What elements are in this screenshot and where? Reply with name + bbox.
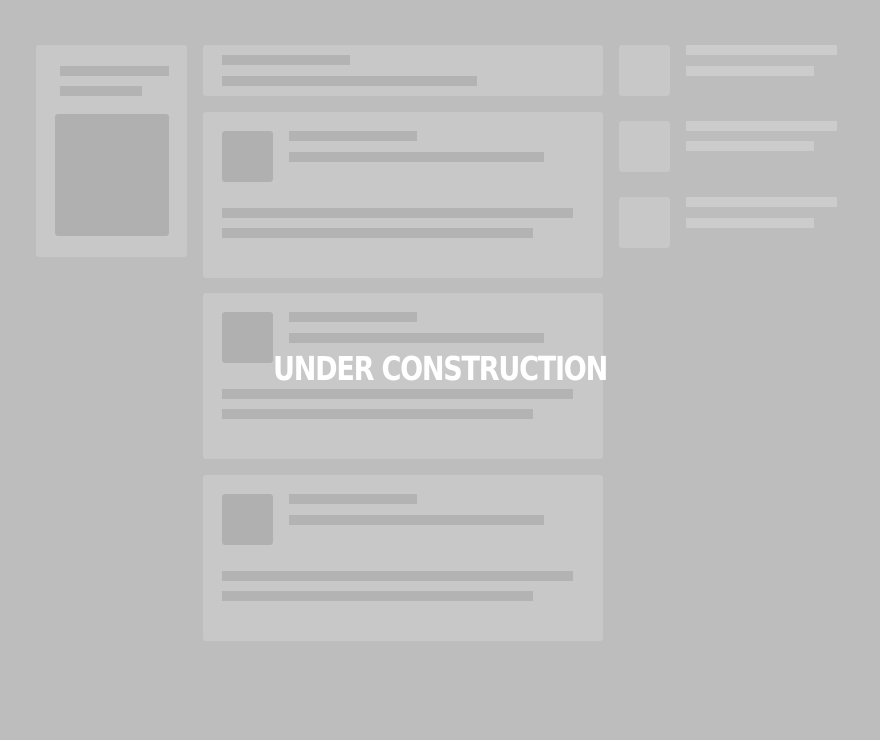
suggestion-thumbnail-placeholder [619,197,670,248]
post-avatar-placeholder [222,131,273,182]
post-meta-placeholder [289,515,544,525]
post-body-line-placeholder [222,571,573,581]
post-body-line-placeholder [222,208,573,218]
profile-image-placeholder [55,114,169,236]
composer-text-placeholder [222,76,477,86]
post-body-line-placeholder [222,591,533,601]
suggestion-thumbnail-placeholder [619,45,670,96]
under-construction-message: UNDER CONSTRUCTION [273,349,608,388]
post-body-line-placeholder [222,409,533,419]
profile-name-placeholder [60,66,169,76]
suggestion-subtitle-placeholder [686,218,814,228]
post-avatar-placeholder [222,494,273,545]
feed-post-skeleton [203,475,603,641]
post-meta-placeholder [289,152,544,162]
post-meta-placeholder [289,333,544,343]
suggestion-title-placeholder [686,121,837,131]
post-body-line-placeholder [222,228,533,238]
composer-card-skeleton [203,45,603,96]
suggestion-title-placeholder [686,45,837,55]
post-author-placeholder [289,131,417,141]
post-author-placeholder [289,494,417,504]
composer-title-placeholder [222,55,350,65]
suggestion-subtitle-placeholder [686,66,814,76]
profile-subtitle-placeholder [60,86,142,96]
feed-post-skeleton [203,112,603,278]
post-author-placeholder [289,312,417,322]
suggestion-thumbnail-placeholder [619,121,670,172]
suggestion-subtitle-placeholder [686,141,814,151]
suggestion-title-placeholder [686,197,837,207]
profile-card-skeleton [36,45,187,257]
